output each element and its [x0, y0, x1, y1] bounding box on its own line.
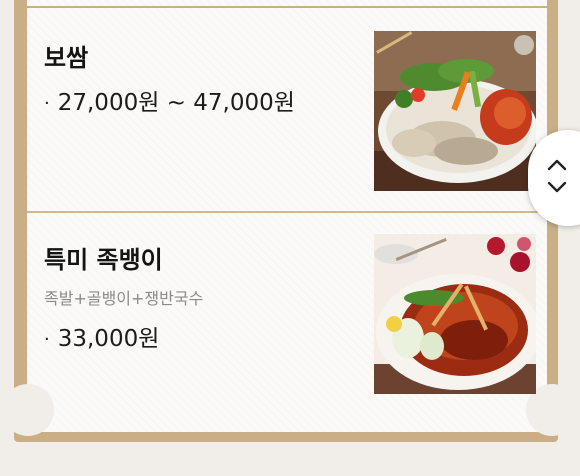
jokbaengi-dish-photo[interactable]	[374, 234, 536, 394]
item-name: 보쌈	[44, 44, 89, 72]
bossam-dish-photo[interactable]	[374, 31, 536, 191]
item-divider	[27, 211, 547, 213]
bullet: ·	[44, 93, 50, 114]
up-down-chevron-icon	[547, 159, 567, 171]
menu-item-jokbaengi[interactable]: 특미 족뱅이 족발+골뱅이+쟁반국수 · 33,000원	[44, 240, 203, 353]
frame-corner-left	[2, 384, 54, 436]
bullet: ·	[44, 329, 50, 350]
chevron-down-icon	[547, 181, 567, 193]
item-description: 족발+골뱅이+쟁반국수	[44, 289, 204, 308]
item-price: · 33,000원	[44, 326, 160, 352]
item-price: · 27,000원 ~ 47,000원	[44, 90, 295, 116]
item-name: 특미 족뱅이	[44, 246, 163, 274]
top-divider	[27, 6, 547, 8]
menu-item-bossam[interactable]: 보쌈 · 27,000원 ~ 47,000원	[44, 38, 295, 117]
